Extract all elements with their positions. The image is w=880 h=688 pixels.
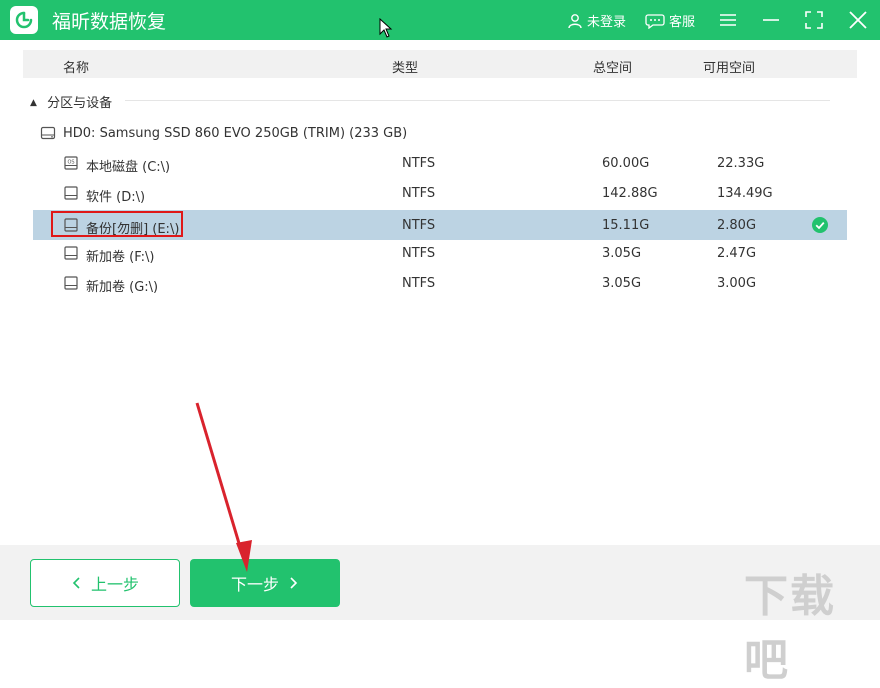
user-icon [568,13,582,28]
section-divider [125,100,830,101]
next-step-button[interactable]: 下一步 [190,559,340,607]
annotation-arrow [195,402,252,572]
menu-icon [720,14,736,26]
header-type[interactable]: 类型 [392,57,418,76]
partition-name: 新加卷 (G:\) [86,280,159,295]
partition-row[interactable]: OS 本地磁盘 (C:\) NTFS 60.00G 22.33G [33,148,847,178]
app-logo-icon [10,6,38,34]
partition-total: 142.88G [602,186,658,201]
disk-item[interactable]: HD0: Samsung SSD 860 EVO 250GB (TRIM) (2… [40,125,407,141]
header-name[interactable]: 名称 [63,57,89,76]
fullscreen-icon [805,11,823,29]
menu-button[interactable] [716,8,740,32]
chat-icon [645,13,665,29]
partition-fs: NTFS [402,186,436,201]
partition-row[interactable]: 软件 (D:\) NTFS 142.88G 134.49G [33,178,847,208]
service-label: 客服 [669,15,696,30]
header-free[interactable]: 可用空间 [703,57,755,76]
maximize-button[interactable] [802,8,826,32]
highlight-box [51,211,183,237]
drive-icon [64,246,78,260]
close-icon [849,11,867,29]
service-button[interactable]: 客服 [645,11,695,30]
partition-row[interactable]: 新加卷 (F:\) NTFS 3.05G 2.47G [33,238,847,268]
watermark-text: 下载吧 [744,571,836,686]
partition-free: 3.00G [717,276,757,291]
partition-total: 3.05G [602,276,642,291]
title-bar: 福昕数据恢复 未登录 客服 [0,0,880,40]
partition-row[interactable]: 备份[勿删] (E:\) NTFS 15.11G 2.80G [33,210,847,240]
section-header[interactable]: ▲ 分区与设备 [30,92,112,111]
drive-icon [64,276,78,290]
chevron-left-icon [72,577,80,589]
partition-row[interactable]: 新加卷 (G:\) NTFS 3.05G 3.00G [33,268,847,298]
prev-step-button[interactable]: 上一步 [30,559,180,607]
next-step-label: 下一步 [230,575,279,594]
partition-free: 134.49G [717,186,773,201]
check-circle-icon [812,217,828,233]
minimize-icon [763,19,779,21]
partition-name: 新加卷 (F:\) [86,250,155,265]
partition-fs: NTFS [402,246,436,261]
header-total[interactable]: 总空间 [593,57,632,76]
partition-fs: NTFS [402,156,436,171]
partition-free: 2.47G [717,246,757,261]
disk-label: HD0: Samsung SSD 860 EVO 250GB (TRIM) (2… [63,125,408,141]
hard-disk-icon [40,126,56,140]
os-drive-icon: OS [64,156,78,170]
collapse-triangle-icon[interactable]: ▲ [30,98,37,108]
partition-name: 本地磁盘 (C:\) [86,160,171,175]
partition-fs: NTFS [402,218,436,233]
partition-free: 22.33G [717,156,765,171]
partition-fs: NTFS [402,276,436,291]
partition-total: 60.00G [602,156,650,171]
minimize-button[interactable] [759,8,783,32]
partition-total: 15.11G [602,218,650,233]
section-title: 分区与设备 [47,96,113,111]
chevron-right-icon [290,577,298,589]
drive-icon [64,186,78,200]
partition-free: 2.80G [717,218,757,233]
prev-step-label: 上一步 [90,575,139,594]
app-title: 福昕数据恢复 [52,11,167,33]
table-header: 名称 类型 总空间 可用空间 [23,50,857,78]
login-label: 未登录 [587,15,627,30]
close-button[interactable] [846,8,870,32]
partition-name: 软件 (D:\) [86,190,146,205]
partition-total: 3.05G [602,246,642,261]
svg-text:OS: OS [67,160,74,166]
mouse-cursor-icon [379,18,393,38]
login-button[interactable]: 未登录 [567,11,626,30]
